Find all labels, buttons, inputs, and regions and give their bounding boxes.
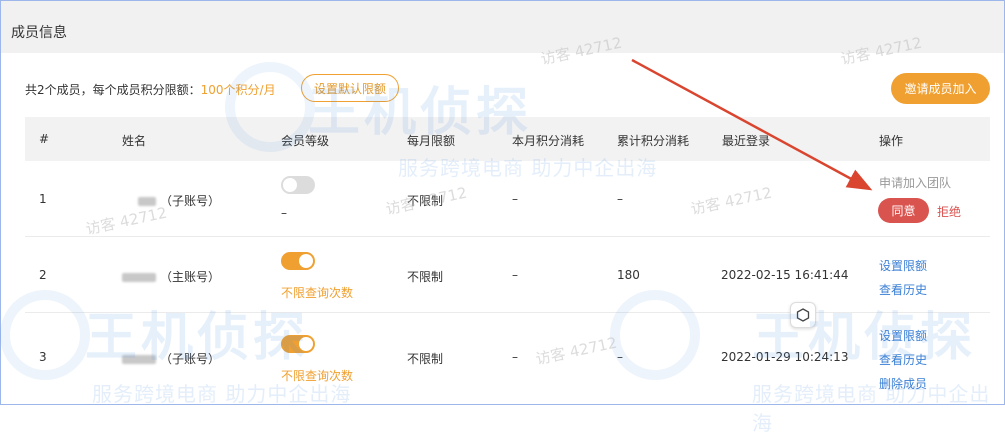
monthly-limit: 不限制 <box>407 352 444 366</box>
watermark-logo-icon <box>225 62 315 152</box>
level-toggle[interactable] <box>281 176 315 194</box>
level-note: – <box>281 206 287 220</box>
month-used: – <box>512 192 518 206</box>
month-used: – <box>512 268 518 282</box>
watermark-brand: 王机侦探 <box>752 308 977 368</box>
watermark-slogan: 服务跨境电商 助力中企出海 <box>92 382 352 406</box>
row-index: 1 <box>39 192 47 206</box>
level-toggle[interactable] <box>281 252 315 270</box>
toggle-knob <box>283 178 297 192</box>
watermark-logo-icon <box>610 290 700 380</box>
panel-title: 成员信息 <box>11 25 67 41</box>
total-used: 180 <box>617 268 640 282</box>
set-quota-link[interactable]: 设置限额 <box>879 257 927 274</box>
watermark-brand: 王机侦探 <box>85 308 310 368</box>
watermark-slogan: 服务跨境电商 助力中企出海 <box>752 382 991 435</box>
month-used: – <box>512 350 518 364</box>
row-index: 2 <box>39 268 47 282</box>
invite-member-button[interactable]: 邀请成员加入 <box>891 73 990 104</box>
col-name: 姓名 <box>122 134 147 148</box>
approve-button[interactable]: 同意 <box>878 198 929 223</box>
col-last-login: 最近登录 <box>722 134 771 148</box>
toggle-knob <box>299 254 313 268</box>
total-used: – <box>617 192 623 206</box>
col-index: # <box>39 132 50 146</box>
last-login: 2022-02-15 16:41:44 <box>721 268 849 282</box>
col-actions: 操作 <box>879 134 904 148</box>
reject-button[interactable]: 拒绝 <box>937 203 961 220</box>
watermark-logo-icon <box>0 290 90 380</box>
col-total-used: 累计积分消耗 <box>617 134 690 148</box>
monthly-limit: 不限制 <box>407 270 444 284</box>
member-name: （主账号） <box>122 268 220 285</box>
watermark-slogan: 服务跨境电商 助力中企出海 <box>398 156 658 180</box>
row-divider <box>25 236 990 237</box>
join-request-status: 申请加入团队 <box>879 176 952 190</box>
blurred-name <box>122 273 156 282</box>
summary-text: 共2个成员，每个成员积分限额： <box>25 83 201 97</box>
watermark-brand: 王机侦探 <box>308 83 533 143</box>
